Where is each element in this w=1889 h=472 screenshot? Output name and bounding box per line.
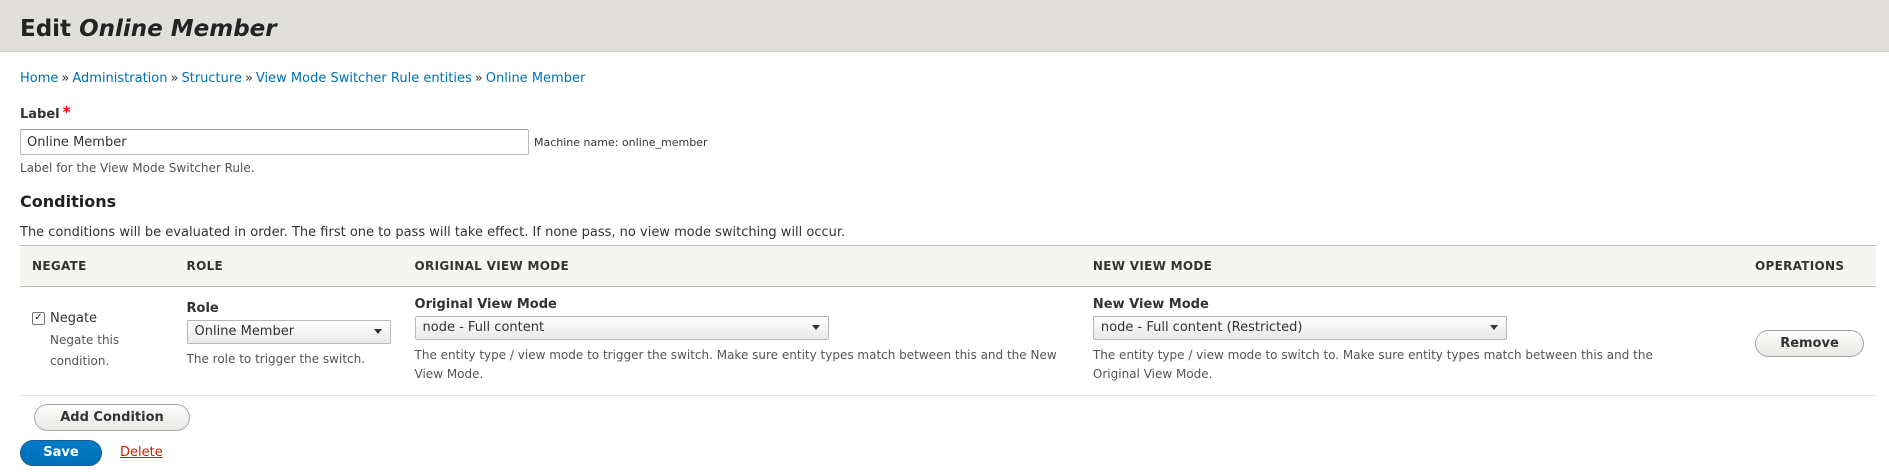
negate-label[interactable]: Negate bbox=[50, 311, 97, 326]
delete-link[interactable]: Delete bbox=[120, 445, 163, 460]
label-field-label: Label * bbox=[20, 103, 1869, 125]
role-cell: Role Online Member The role to trigger t… bbox=[174, 286, 403, 396]
breadcrumb-separator: » bbox=[61, 71, 70, 86]
form-actions: Save Delete bbox=[20, 439, 1869, 466]
new-view-mode-select[interactable]: node - Full content (Restricted) bbox=[1092, 316, 1507, 341]
negate-cell: ✓ Negate Negate this condition. bbox=[20, 286, 175, 396]
page-title-entity: Online Member bbox=[79, 16, 277, 42]
page-header: Edit Online Member bbox=[0, 0, 1889, 52]
role-description: The role to trigger the switch. bbox=[186, 352, 366, 367]
breadcrumb-separator: » bbox=[474, 71, 483, 86]
conditions-description: The conditions will be evaluated in orde… bbox=[20, 225, 846, 241]
remove-button[interactable]: Remove bbox=[1755, 330, 1864, 358]
negate-checkbox[interactable]: ✓ bbox=[32, 312, 45, 326]
negate-checkbox-row[interactable]: ✓ Negate bbox=[32, 311, 163, 326]
negate-description: Negate this condition. bbox=[50, 333, 120, 368]
original-view-mode-description: The entity type / view mode to trigger t… bbox=[414, 348, 1057, 382]
conditions-title: Conditions bbox=[20, 192, 117, 212]
role-select-value: Online Member bbox=[194, 324, 295, 340]
column-header-negate: Negate bbox=[20, 245, 175, 288]
breadcrumb: Home» Administration» Structure» View Mode … bbox=[20, 71, 1869, 86]
column-header-original-view-mode: Original View Mode bbox=[402, 245, 1081, 288]
label-field-label-text: Label bbox=[20, 107, 60, 122]
breadcrumb-structure[interactable]: Structure bbox=[181, 71, 241, 86]
table-row: ✓ Negate Negate this condition. Role Onl… bbox=[20, 286, 1876, 396]
label-field-description: Label for the View Mode Switcher Rule. bbox=[20, 161, 255, 175]
breadcrumb-home[interactable]: Home bbox=[20, 71, 58, 86]
new-view-mode-description: The entity type / view mode to switch to… bbox=[1092, 348, 1653, 382]
breadcrumb-separator: » bbox=[244, 71, 253, 86]
role-label: Role bbox=[186, 301, 219, 317]
column-header-new-view-mode: New View Mode bbox=[1080, 245, 1743, 288]
column-header-operations: Operations bbox=[1743, 245, 1876, 288]
page-title: Edit Online Member bbox=[20, 18, 1889, 41]
breadcrumb-separator: » bbox=[170, 71, 179, 86]
original-view-mode-label: Original View Mode bbox=[414, 297, 557, 313]
breadcrumb-administration[interactable]: Administration bbox=[72, 71, 167, 86]
original-view-mode-value: node - Full content bbox=[422, 320, 545, 336]
original-view-mode-select[interactable]: node - Full content bbox=[414, 316, 829, 341]
role-select[interactable]: Online Member bbox=[186, 320, 391, 345]
conditions-header-row: Negate Role Original View Mode New View … bbox=[20, 245, 1876, 288]
main-content: Home» Administration» Structure» View Mode … bbox=[0, 71, 1889, 466]
machine-name: Machine name: online_member bbox=[534, 135, 708, 149]
required-marker: * bbox=[62, 103, 71, 121]
breadcrumb-rule-entities[interactable]: View Mode Switcher Rule entities bbox=[256, 71, 472, 86]
breadcrumb-online-member[interactable]: Online Member bbox=[486, 71, 586, 86]
new-view-mode-cell: New View Mode node - Full content (Restr… bbox=[1080, 286, 1743, 396]
chevron-down-icon bbox=[1489, 325, 1498, 331]
add-condition-button[interactable]: Add Condition bbox=[34, 403, 190, 431]
chevron-down-icon bbox=[373, 329, 382, 335]
label-field-row: Machine name: online_member bbox=[20, 129, 1869, 155]
conditions-table: Negate Role Original View Mode New View … bbox=[20, 245, 1876, 396]
operations-cell: Remove bbox=[1743, 286, 1876, 396]
column-header-role: Role bbox=[174, 245, 403, 288]
new-view-mode-value: node - Full content (Restricted) bbox=[1100, 320, 1303, 336]
page-title-prefix: Edit bbox=[20, 16, 80, 42]
chevron-down-icon bbox=[811, 325, 820, 331]
original-view-mode-cell: Original View Mode node - Full content T… bbox=[402, 286, 1081, 396]
save-button[interactable]: Save bbox=[20, 439, 102, 466]
new-view-mode-label: New View Mode bbox=[1092, 297, 1209, 313]
label-input[interactable] bbox=[20, 129, 529, 155]
